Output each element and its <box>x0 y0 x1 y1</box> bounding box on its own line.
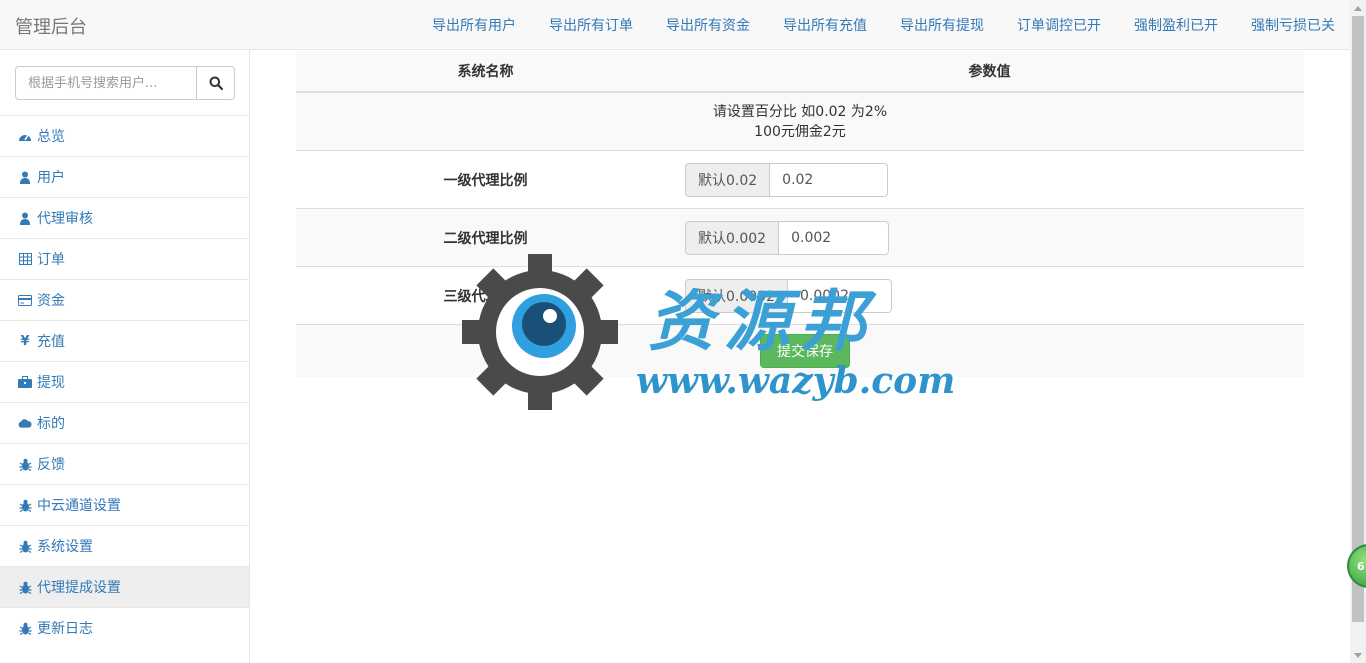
user-icon <box>18 211 32 225</box>
sidebar-item-label: 中云通道设置 <box>37 498 121 514</box>
search-input[interactable] <box>15 66 197 100</box>
force-loss-toggle[interactable]: 强制亏损已关 <box>1251 15 1335 35</box>
sidebar-item-label: 代理提成设置 <box>37 580 121 596</box>
search-group <box>15 66 235 100</box>
search-button[interactable] <box>196 66 235 100</box>
table-row: 二级代理比例 默认0.002 <box>296 208 1304 267</box>
order-control-toggle[interactable]: 订单调控已开 <box>1017 15 1101 35</box>
table-row: 一级代理比例 默认0.02 <box>296 150 1304 209</box>
briefcase-icon <box>18 375 32 389</box>
sidebar-menu: 总览 用户 代理审核 订单 资金 ¥ 充值 提现 标的 反馈 中云通道设置 系统… <box>0 115 249 648</box>
sidebar-item-label: 用户 <box>37 170 65 186</box>
column-header-name: 系统名称 <box>296 51 675 93</box>
sidebar-item-agent-review[interactable]: 代理审核 <box>0 197 249 238</box>
sidebar-item-feedback[interactable]: 反馈 <box>0 443 249 484</box>
sidebar-item-label: 资金 <box>37 293 65 309</box>
export-users-link[interactable]: 导出所有用户 <box>432 15 516 35</box>
user-icon <box>18 170 32 184</box>
yen-icon: ¥ <box>20 333 30 349</box>
row-value-cell: 默认0.002 <box>675 208 1304 267</box>
submit-row: 提交保存 <box>296 324 1304 377</box>
sidebar: 总览 用户 代理审核 订单 资金 ¥ 充值 <box>0 50 250 663</box>
scrollbar-thumb[interactable] <box>1352 16 1364 622</box>
sidebar-item-system-settings[interactable]: 系统设置 <box>0 525 249 566</box>
sidebar-item-label: 系统设置 <box>37 539 93 555</box>
sidebar-item-recharge[interactable]: ¥ 充值 <box>0 320 249 361</box>
sidebar-item-label: 提现 <box>37 375 65 391</box>
sidebar-item-agent-commission[interactable]: 代理提成设置 <box>0 566 249 607</box>
brand-title[interactable]: 管理后台 <box>15 13 87 39</box>
row-label: 一级代理比例 <box>296 150 675 209</box>
bug-icon <box>18 539 32 553</box>
credit-card-icon <box>18 293 32 307</box>
default-value-addon: 默认0.002 <box>685 220 780 255</box>
table-row: 三级代理比例 默认0.0002 <box>296 266 1304 325</box>
sidebar-item-label: 代理审核 <box>37 211 93 227</box>
sidebar-item-overview[interactable]: 总览 <box>0 115 249 156</box>
submit-cell: 提交保存 <box>296 324 1304 377</box>
force-profit-toggle[interactable]: 强制盈利已开 <box>1134 15 1218 35</box>
scroll-up-arrow-icon[interactable] <box>1350 0 1366 16</box>
nav-links: 导出所有用户 导出所有订单 导出所有资金 导出所有充值 导出所有提现 订单调控已… <box>399 0 1335 50</box>
main-content: 系统名称 参数值 请设置百分比 如0.02 为2% 100元佣金2元 一级代理比… <box>296 51 1304 377</box>
search-icon <box>209 76 223 90</box>
scroll-down-arrow-icon[interactable] <box>1350 647 1366 663</box>
note-line-2: 100元佣金2元 <box>754 123 846 140</box>
row-value-cell: 默认0.0002 <box>675 266 1304 325</box>
note-cell: 请设置百分比 如0.02 为2% 100元佣金2元 <box>296 91 1304 151</box>
sidebar-item-targets[interactable]: 标的 <box>0 402 249 443</box>
table-header-row: 系统名称 参数值 <box>296 51 1304 93</box>
export-recharges-link[interactable]: 导出所有充值 <box>783 15 867 35</box>
bug-icon <box>18 621 32 635</box>
bug-icon <box>18 457 32 471</box>
sidebar-item-label: 订单 <box>37 252 65 268</box>
bug-icon <box>18 498 32 512</box>
table-icon <box>18 252 32 266</box>
default-value-addon: 默认0.02 <box>685 162 771 197</box>
level1-input-group: 默认0.02 <box>685 162 1303 197</box>
dashboard-icon <box>18 129 32 143</box>
sidebar-item-label: 反馈 <box>37 457 65 473</box>
default-value-addon: 默认0.0002 <box>685 278 788 313</box>
sidebar-item-withdraw[interactable]: 提现 <box>0 361 249 402</box>
column-header-value: 参数值 <box>675 51 1304 93</box>
sidebar-item-label: 充值 <box>37 334 65 350</box>
level3-input-group: 默认0.0002 <box>685 278 1303 313</box>
level1-ratio-input[interactable] <box>770 162 889 197</box>
level3-ratio-input[interactable] <box>788 278 892 313</box>
sidebar-item-orders[interactable]: 订单 <box>0 238 249 279</box>
sidebar-item-funds[interactable]: 资金 <box>0 279 249 320</box>
level2-input-group: 默认0.002 <box>685 220 1303 255</box>
sidebar-item-label: 更新日志 <box>37 621 93 637</box>
note-line-1: 请设置百分比 如0.02 为2% <box>712 103 888 120</box>
cloud-icon <box>18 416 32 430</box>
row-value-cell: 默认0.02 <box>675 150 1304 209</box>
bug-icon <box>18 580 32 594</box>
sidebar-item-label: 标的 <box>37 416 65 432</box>
sidebar-item-users[interactable]: 用户 <box>0 156 249 197</box>
row-label: 二级代理比例 <box>296 208 675 267</box>
row-label: 三级代理比例 <box>296 266 675 325</box>
sidebar-item-label: 总览 <box>37 129 65 145</box>
top-navbar: 管理后台 导出所有用户 导出所有订单 导出所有资金 导出所有充值 导出所有提现 … <box>0 0 1350 50</box>
commission-settings-table: 系统名称 参数值 请设置百分比 如0.02 为2% 100元佣金2元 一级代理比… <box>296 51 1304 377</box>
submit-save-button[interactable]: 提交保存 <box>760 334 850 368</box>
export-funds-link[interactable]: 导出所有资金 <box>666 15 750 35</box>
note-row: 请设置百分比 如0.02 为2% 100元佣金2元 <box>296 91 1304 151</box>
level2-ratio-input[interactable] <box>779 220 890 255</box>
sidebar-item-changelog[interactable]: 更新日志 <box>0 607 249 648</box>
export-orders-link[interactable]: 导出所有订单 <box>549 15 633 35</box>
sidebar-item-channel-settings[interactable]: 中云通道设置 <box>0 484 249 525</box>
export-withdrawals-link[interactable]: 导出所有提现 <box>900 15 984 35</box>
